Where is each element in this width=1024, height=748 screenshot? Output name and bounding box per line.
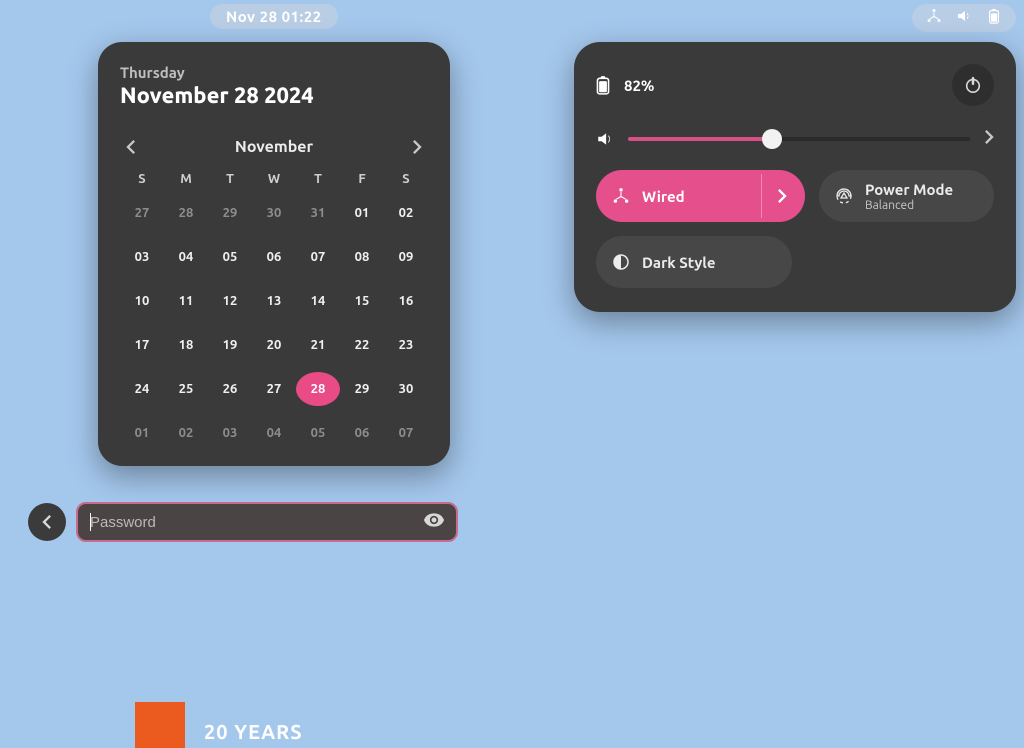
calendar-day[interactable]: 18 <box>164 328 208 362</box>
calendar-prev-month[interactable] <box>120 136 142 158</box>
calendar-day[interactable]: 31 <box>296 196 340 230</box>
calendar-day[interactable]: 01 <box>340 196 384 230</box>
dark-mode-icon <box>612 253 630 271</box>
calendar-day[interactable]: 12 <box>208 284 252 318</box>
calendar-week-row: 03040506070809 <box>120 240 428 274</box>
calendar-day[interactable]: 10 <box>120 284 164 318</box>
calendar-full-date: November 28 2024 <box>120 83 428 108</box>
quick-settings-popover: 82% Wired Power Mode Balanced <box>574 42 1016 312</box>
calendar-day[interactable]: 25 <box>164 372 208 406</box>
calendar-day[interactable]: 02 <box>164 416 208 450</box>
gauge-icon <box>835 187 853 205</box>
calendar-day[interactable]: 07 <box>384 416 428 450</box>
calendar-day[interactable]: 08 <box>340 240 384 274</box>
calendar-day[interactable]: 27 <box>120 196 164 230</box>
calendar-day[interactable]: 21 <box>296 328 340 362</box>
calendar-day[interactable]: 28 <box>164 196 208 230</box>
volume-more-button[interactable] <box>984 130 994 148</box>
calendar-day[interactable]: 30 <box>252 196 296 230</box>
password-field[interactable] <box>76 502 458 542</box>
volume-icon <box>956 8 972 28</box>
calendar-day[interactable]: 05 <box>296 416 340 450</box>
calendar-day[interactable]: 27 <box>252 372 296 406</box>
back-button[interactable] <box>28 503 66 541</box>
calendar-dow: S <box>384 172 428 186</box>
calendar-day[interactable]: 13 <box>252 284 296 318</box>
calendar-day-today[interactable]: 28 <box>296 372 340 406</box>
calendar-dow: T <box>296 172 340 186</box>
calendar-month-label: November <box>235 138 313 156</box>
calendar-day[interactable]: 04 <box>252 416 296 450</box>
calendar-popover: Thursday November 28 2024 November SMTWT… <box>98 42 450 466</box>
calendar-day[interactable]: 30 <box>384 372 428 406</box>
password-row <box>28 502 458 542</box>
calendar-day[interactable]: 24 <box>120 372 164 406</box>
wired-network-icon <box>612 187 630 205</box>
power-mode-value: Balanced <box>865 199 953 212</box>
calendar-day[interactable]: 19 <box>208 328 252 362</box>
dark-style-toggle[interactable]: Dark Style <box>596 236 792 288</box>
calendar-week-row: 24252627282930 <box>120 372 428 406</box>
wired-label: Wired <box>642 188 685 205</box>
calendar-day[interactable]: 11 <box>164 284 208 318</box>
calendar-dow-header: SMTWTFS <box>120 172 428 186</box>
reveal-password-icon[interactable] <box>424 512 444 532</box>
battery-icon <box>596 75 610 95</box>
calendar-day[interactable]: 15 <box>340 284 384 318</box>
calendar-day[interactable]: 23 <box>384 328 428 362</box>
calendar-week-row: 17181920212223 <box>120 328 428 362</box>
battery-percent: 82% <box>624 77 654 94</box>
calendar-day[interactable]: 29 <box>208 196 252 230</box>
calendar-day[interactable]: 22 <box>340 328 384 362</box>
power-button[interactable] <box>952 64 994 106</box>
wired-submenu-arrow[interactable] <box>761 174 801 218</box>
calendar-day[interactable]: 06 <box>252 240 296 274</box>
calendar-next-month[interactable] <box>406 136 428 158</box>
calendar-day[interactable]: 29 <box>340 372 384 406</box>
text-cursor <box>90 513 91 531</box>
calendar-day[interactable]: 05 <box>208 240 252 274</box>
ubuntu-logo <box>135 702 185 748</box>
network-wired-toggle[interactable]: Wired <box>596 170 805 222</box>
password-input[interactable] <box>90 514 424 531</box>
power-mode-label: Power Mode <box>865 181 953 198</box>
dark-style-label: Dark Style <box>642 254 715 271</box>
battery-icon <box>986 8 1002 28</box>
calendar-dow: F <box>340 172 384 186</box>
calendar-day[interactable]: 03 <box>120 240 164 274</box>
topbar-clock[interactable]: Nov 28 01:22 <box>210 4 338 29</box>
calendar-day[interactable]: 07 <box>296 240 340 274</box>
calendar-day[interactable]: 03 <box>208 416 252 450</box>
calendar-dow: T <box>208 172 252 186</box>
volume-slider[interactable] <box>628 137 970 141</box>
volume-slider-thumb[interactable] <box>762 129 782 149</box>
calendar-day[interactable]: 14 <box>296 284 340 318</box>
calendar-day[interactable]: 20 <box>252 328 296 362</box>
calendar-day[interactable]: 26 <box>208 372 252 406</box>
calendar-week-row: 27282930310102 <box>120 196 428 230</box>
system-tray[interactable] <box>912 4 1016 32</box>
anniversary-text: 20 YEARS <box>204 720 303 743</box>
calendar-day[interactable]: 02 <box>384 196 428 230</box>
calendar-dow: M <box>164 172 208 186</box>
calendar-week-row: 01020304050607 <box>120 416 428 450</box>
calendar-dow: W <box>252 172 296 186</box>
network-icon <box>926 8 942 28</box>
calendar-weekday: Thursday <box>120 64 428 81</box>
calendar-day[interactable]: 06 <box>340 416 384 450</box>
power-icon <box>964 76 982 94</box>
speaker-icon <box>596 130 614 148</box>
calendar-day[interactable]: 16 <box>384 284 428 318</box>
power-mode-toggle[interactable]: Power Mode Balanced <box>819 170 994 222</box>
calendar-day[interactable]: 09 <box>384 240 428 274</box>
calendar-week-row: 10111213141516 <box>120 284 428 318</box>
calendar-day[interactable]: 17 <box>120 328 164 362</box>
calendar-day[interactable]: 04 <box>164 240 208 274</box>
calendar-dow: S <box>120 172 164 186</box>
calendar-day[interactable]: 01 <box>120 416 164 450</box>
battery-status[interactable]: 82% <box>596 75 654 95</box>
